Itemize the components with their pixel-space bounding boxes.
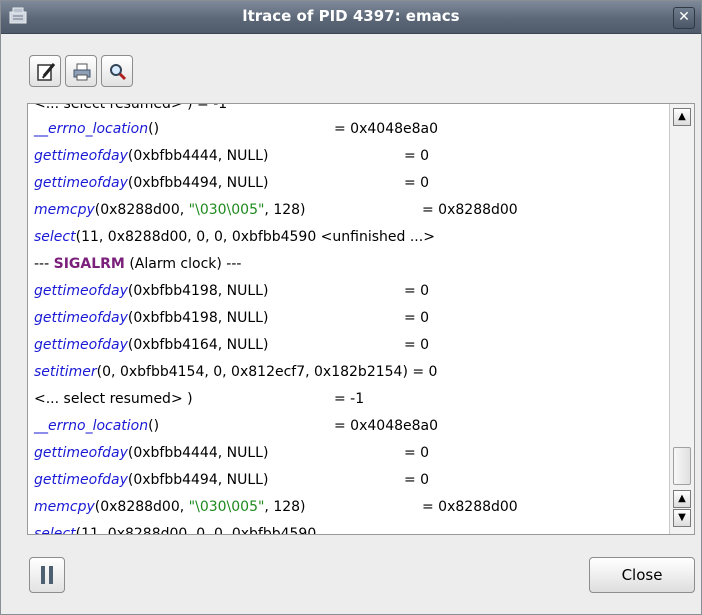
pause-icon bbox=[49, 566, 53, 584]
function-name: gettimeofday bbox=[34, 175, 128, 191]
function-args: (0xbfbb4494, NULL) bbox=[127, 472, 269, 488]
trace-line: gettimeofday(0xbfbb4444, NULL) = 0 bbox=[34, 440, 664, 467]
function-name: __errno_location bbox=[34, 418, 149, 434]
pause-icon bbox=[41, 566, 45, 584]
function-args: (0xbfbb4164, NULL) bbox=[127, 337, 269, 353]
trace-line: __errno_location() = 0x4048e8a0 bbox=[34, 413, 664, 440]
return-value: = 0 bbox=[404, 310, 430, 326]
trace-line: setitimer(0, 0xbfbb4154, 0, 0x812ecf7, 0… bbox=[34, 359, 664, 386]
signal-prefix: --- bbox=[34, 256, 54, 272]
function-args: () bbox=[148, 121, 160, 137]
trace-lines: <... select resumed> ) = -1 __errno_loca… bbox=[34, 104, 664, 535]
return-value: = 0 bbox=[404, 337, 430, 353]
scroll-down-arrow-icon[interactable]: ▼ bbox=[673, 509, 691, 527]
function-args: (0xbfbb4198, NULL) bbox=[127, 283, 269, 299]
function-args: (0xbfbb4444, NULL) bbox=[127, 445, 269, 461]
function-args: (0xbfbb4494, NULL) bbox=[127, 175, 269, 191]
pause-button[interactable] bbox=[29, 557, 65, 593]
print-icon bbox=[73, 63, 91, 81]
signal-name: SIGALRM bbox=[53, 256, 125, 272]
search-icon bbox=[110, 64, 127, 81]
function-args: , 128) bbox=[264, 499, 306, 515]
return-value: = 0x8288d00 bbox=[422, 499, 518, 515]
function-name: gettimeofday bbox=[34, 445, 128, 461]
clipped-line: <... select resumed> ) = -1 bbox=[34, 104, 228, 112]
return-value: = 0 bbox=[404, 445, 430, 461]
return-value: = -1 bbox=[334, 391, 365, 407]
return-value: = 0 bbox=[404, 472, 430, 488]
function-name: select bbox=[34, 526, 76, 535]
function-name: select bbox=[34, 229, 76, 245]
trace-line: <... select resumed> ) = -1 bbox=[34, 386, 664, 413]
function-name: gettimeofday bbox=[34, 148, 128, 164]
return-value: = 0 bbox=[404, 283, 430, 299]
function-name: gettimeofday bbox=[34, 283, 128, 299]
find-button[interactable] bbox=[101, 55, 133, 87]
window-close-button[interactable]: ✕ bbox=[673, 7, 695, 29]
string-arg: "\030\005" bbox=[188, 202, 265, 218]
scroll-up-arrow-icon[interactable]: ▲ bbox=[673, 490, 691, 508]
close-button[interactable]: Close bbox=[589, 557, 695, 593]
trace-output[interactable]: <... select resumed> ) = -1 __errno_loca… bbox=[27, 103, 695, 535]
window-title: ltrace of PID 4397: emacs bbox=[242, 7, 460, 25]
title-bar[interactable]: ltrace of PID 4397: emacs ✕ bbox=[1, 1, 701, 34]
function-args: () bbox=[148, 418, 160, 434]
trace-line: memcpy(0x8288d00, "\030\005", 128) = 0x82… bbox=[34, 494, 664, 521]
scroll-up-arrow-icon[interactable]: ▲ bbox=[673, 108, 691, 126]
function-args: (0x8288d00, bbox=[94, 499, 189, 515]
trace-line: gettimeofday(0xbfbb4444, NULL) = 0 bbox=[34, 143, 664, 170]
edit-icon bbox=[37, 63, 56, 81]
function-args: (11, 0x8288d00, 0, 0, 0xbfbb4590 bbox=[75, 526, 317, 535]
return-value: = 0x4048e8a0 bbox=[334, 121, 439, 137]
vertical-scrollbar[interactable]: ▲ ▲ ▼ bbox=[669, 104, 694, 534]
trace-line: gettimeofday(0xbfbb4164, NULL) = 0 bbox=[34, 332, 664, 359]
ltrace-window: ltrace of PID 4397: emacs ✕ <... select … bbox=[0, 0, 702, 615]
function-args: (0xbfbb4444, NULL) bbox=[127, 148, 269, 164]
trace-line: memcpy(0x8288d00, "\030\005", 128) = 0x82… bbox=[34, 197, 664, 224]
trace-line: gettimeofday(0xbfbb4198, NULL) = 0 bbox=[34, 278, 664, 305]
string-arg: "\030\005" bbox=[188, 499, 265, 515]
function-name: memcpy bbox=[34, 499, 95, 515]
function-name: gettimeofday bbox=[34, 337, 128, 353]
function-args: , 128) bbox=[264, 202, 306, 218]
return-value: = 0x8288d00 bbox=[422, 202, 518, 218]
function-args: (11, 0x8288d00, 0, 0, 0xbfbb4590 <unfini… bbox=[75, 229, 435, 245]
function-name: __errno_location bbox=[34, 121, 149, 137]
trace-line: select(11, 0x8288d00, 0, 0, 0xbfbb4590 <… bbox=[34, 224, 664, 251]
trace-text: <... select resumed> ) bbox=[34, 391, 193, 407]
trace-line: gettimeofday(0xbfbb4198, NULL) = 0 bbox=[34, 305, 664, 332]
trace-line: gettimeofday(0xbfbb4494, NULL) = 0 bbox=[34, 170, 664, 197]
signal-suffix: (Alarm clock) --- bbox=[124, 256, 242, 272]
scroll-thumb[interactable] bbox=[673, 447, 691, 485]
print-button[interactable] bbox=[65, 55, 97, 87]
return-value: = 0 bbox=[404, 175, 430, 191]
trace-line: __errno_location() = 0x4048e8a0 bbox=[34, 116, 664, 143]
function-name: gettimeofday bbox=[34, 310, 128, 326]
function-name: setitimer bbox=[34, 364, 97, 380]
trace-line: --- SIGALRM (Alarm clock) --- bbox=[34, 251, 664, 278]
function-name: gettimeofday bbox=[34, 472, 128, 488]
function-args: (0, 0xbfbb4154, 0, 0x812ecf7, 0x182b2154… bbox=[96, 364, 438, 380]
function-name: memcpy bbox=[34, 202, 95, 218]
function-args: (0x8288d00, bbox=[94, 202, 189, 218]
function-args: (0xbfbb4198, NULL) bbox=[127, 310, 269, 326]
return-value: = 0x4048e8a0 bbox=[334, 418, 439, 434]
edit-button[interactable] bbox=[29, 55, 61, 87]
trace-line: gettimeofday(0xbfbb4494, NULL) = 0 bbox=[34, 467, 664, 494]
return-value: = 0 bbox=[404, 148, 430, 164]
trace-line: select(11, 0x8288d00, 0, 0, 0xbfbb4590 bbox=[34, 521, 664, 535]
